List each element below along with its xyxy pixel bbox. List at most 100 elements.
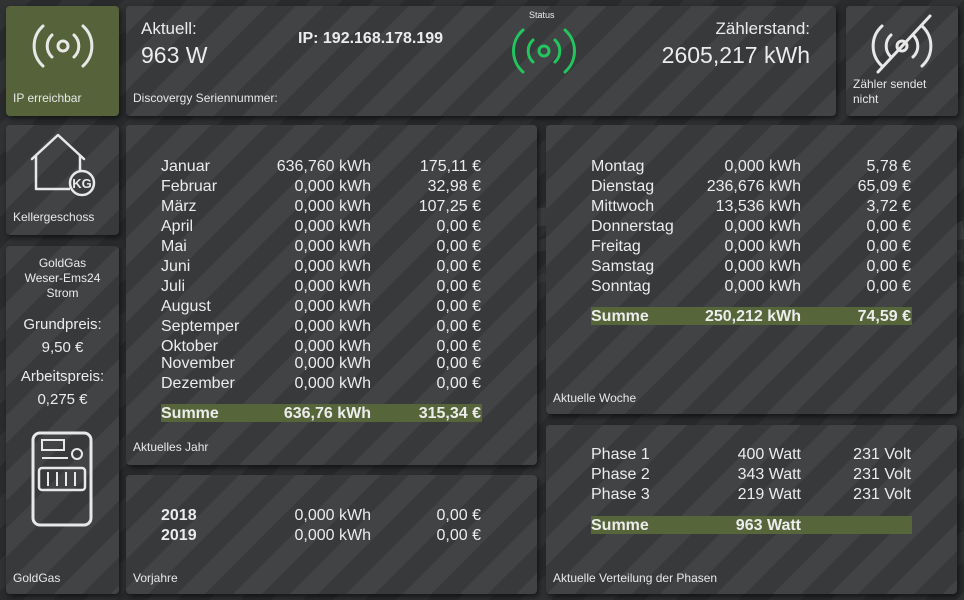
year-row-kwh: 0,000 kWh [294,218,371,235]
year-row-kwh: 0,000 kWh [294,278,371,295]
week-sum-eur: 74,59 € [857,308,911,325]
week-row-kwh: 13,536 kWh [715,198,801,215]
year-row-month: Januar [161,158,210,175]
phase-sum-name: Summe [591,517,649,534]
year-row-kwh: 0,000 kWh [294,198,371,215]
meter-sending-status-label: Zähler sendet nicht [853,77,927,106]
year-row-month: Mai [161,238,187,255]
current-week-tile: Montag 0,000 kWh 5,78 € Dienstag 236,676 kWh… [546,125,957,414]
phase-row-phase: Phase 3 [591,486,650,503]
year-row-month: April [161,218,194,235]
signal-off-icon [871,14,933,74]
current-year-label: Aktuelles Jahr [133,440,209,454]
goldgas-label: GoldGas [13,571,61,585]
phase-row-phase: Phase 1 [591,446,650,463]
year-row-month: Septemper [161,318,240,335]
week-row-eur: 5,78 € [866,158,911,175]
status-wifi-icon [512,28,576,74]
base-price-value: 9,50 € [41,339,84,356]
meter-header-tile: Aktuell: 963 W IP: 192.168.178.199 Statu… [126,6,836,116]
year-sum-eur: 315,34 € [418,405,481,422]
phase-sum-watt: 963 Watt [735,517,801,534]
serial-number-label: Discovergy Seriennummer: [133,91,278,105]
unit-price-value: 0,275 € [37,391,88,408]
meter-sending-status-tile[interactable]: Zähler sendet nicht [846,6,958,116]
year-row-kwh: 636,760 kWh [276,158,371,175]
current-year-tile: Januar 636,760 kWh 175,11 € Februar 0,000 kW… [126,125,537,465]
year-row-eur: 0,00 € [436,338,481,355]
kellergeschoss-label: Kellergeschoss [13,210,95,224]
week-row-kwh: 0,000 kWh [724,218,801,235]
week-row-day: Samstag [591,258,655,275]
phase-row-watt: 343 Watt [737,466,801,483]
year-row-eur: 0,00 € [436,278,481,295]
goldgas-tariff-tile[interactable]: GoldGas Weser-Ems24 Strom Grundpreis: 9,… [6,246,119,594]
week-sum-kwh: 250,212 kWh [704,308,801,325]
year-row-kwh: 0,000 kWh [294,298,371,315]
year-row-month: August [161,298,211,315]
year-row-kwh: 0,000 kWh [294,338,371,355]
phase-row-phase: Phase 2 [591,466,650,483]
house-kg-icon-text: KG [72,176,92,191]
tariff-type: Strom [46,286,79,300]
year-sum-name: Summe [161,405,219,422]
current-power-value: 963 W [141,42,208,68]
week-row-eur: 0,00 € [866,278,911,295]
tariff-provider: GoldGas [38,256,87,270]
week-row-eur: 0,00 € [866,258,911,275]
year-row-kwh: 0,000 kWh [294,375,371,392]
year-row-month: Juli [161,278,186,295]
week-row-eur: 65,09 € [857,178,911,195]
previous-years-label: Vorjahre [133,571,178,585]
week-row-kwh: 0,000 kWh [724,258,801,275]
year-row-eur: 107,25 € [418,198,481,215]
kellergeschoss-tile[interactable]: KG Kellergeschoss [6,125,119,235]
year-row-month: Februar [161,178,218,195]
year-row-eur: 0,00 € [436,238,481,255]
prev-year-row-kwh: 0,000 kWh [294,527,371,544]
year-row-eur: 0,00 € [436,298,481,315]
phase-distribution-tile: Phase 1 400 Watt 231 Volt Phase 2 343 Watt 23… [546,425,957,594]
phase-row-volt: 231 Volt [853,466,911,483]
year-row-month: März [161,198,197,215]
ip-status-tile[interactable]: IP erreichbar [6,6,119,116]
prev-year-row-year: 2019 [161,527,197,544]
year-row-kwh: 0,000 kWh [294,318,371,335]
house-kg-icon: KG [30,133,96,197]
week-row-kwh: 0,000 kWh [724,278,801,295]
year-row-month: Dezember [161,375,235,392]
year-row-eur: 0,00 € [436,218,481,235]
week-row-eur: 0,00 € [866,218,911,235]
current-week-label: Aktuelle Woche [553,391,637,405]
week-row-kwh: 236,676 kWh [706,178,801,195]
year-row-eur: 175,11 € [419,158,481,175]
week-row-day: Montag [591,158,645,175]
ip-status-label: IP erreichbar [13,91,82,105]
week-row-day: Donnerstag [591,218,674,235]
prev-year-row-kwh: 0,000 kWh [294,507,371,524]
week-row-eur: 0,00 € [866,238,911,255]
year-row-month: November [161,355,235,372]
phase-row-volt: 231 Volt [853,446,911,463]
prev-year-row-year: 2018 [161,507,197,524]
week-sum-name: Summe [591,308,649,325]
year-row-eur: 0,00 € [436,375,481,392]
wifi-signal-icon [32,24,94,68]
phase-row-volt: 231 Volt [853,486,911,503]
prev-year-row-eur: 0,00 € [436,527,481,544]
year-row-eur: 0,00 € [436,355,481,372]
year-row-kwh: 0,000 kWh [294,178,371,195]
week-row-eur: 3,72 € [866,198,911,215]
week-row-day: Freitag [591,238,641,255]
previous-years-tile: 2018 0,000 kWh 0,00 € 2019 0,000 kWh 0,00 € V… [126,475,537,594]
current-power-label: Aktuell: [141,19,197,38]
year-row-eur: 0,00 € [436,258,481,275]
status-label: Status [529,10,555,20]
year-row-eur: 32,98 € [427,178,481,195]
week-row-day: Sonntag [591,278,651,295]
meter-reading-value: 2605,217 kWh [661,42,810,68]
week-row-day: Mittwoch [591,198,655,215]
week-row-kwh: 0,000 kWh [724,238,801,255]
base-price-label: Grundpreis: [23,316,102,333]
year-row-month: Oktober [161,338,218,355]
